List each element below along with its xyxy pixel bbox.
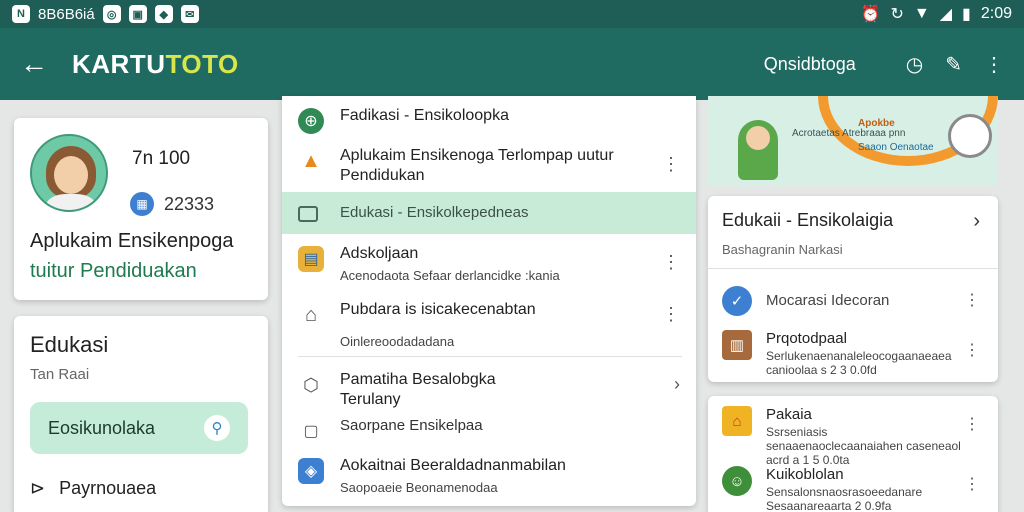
n-app-icon: N bbox=[12, 5, 30, 23]
list-item-selected[interactable]: Edukasi - Ensikolkepedneas bbox=[282, 192, 696, 234]
folder-icon bbox=[298, 206, 318, 222]
wifi-icon: ▼ bbox=[913, 5, 930, 22]
list-item[interactable]: ▤ Adskoljaan Acenodaota Sefaar derlancidk… bbox=[282, 244, 696, 294]
topic-subtext: Bashagranin Narkasi bbox=[722, 242, 843, 257]
shop-icon: ▣ bbox=[128, 5, 147, 23]
more-icon[interactable]: ⋮ bbox=[662, 304, 680, 325]
app-subtitle: Qnsidbtoga bbox=[763, 53, 856, 74]
topic-list-card: ⌂ Pakaia Ssrseniasis senaaenaoclecaanaiah… bbox=[708, 396, 998, 512]
battery-icon: ▮ bbox=[962, 6, 971, 23]
send-icon: ⊳ bbox=[30, 478, 46, 498]
list-item[interactable]: ✓ Mocarasi Idecoran bbox=[722, 286, 889, 316]
more-icon[interactable]: ⋮ bbox=[662, 154, 680, 175]
more-icon[interactable]: ⋮ bbox=[662, 252, 680, 273]
grid-icon: ▦ bbox=[130, 192, 154, 216]
mascot-icon: ☺ bbox=[722, 466, 752, 496]
banner-text: Acrotaetas Atrebraaa pnn bbox=[792, 128, 906, 139]
triangle-logo-icon: ▲ bbox=[301, 149, 321, 172]
list-item[interactable]: ⌂ Pakaia Ssrseniasis senaaenaoclecaanaiah… bbox=[722, 406, 966, 467]
pay-item[interactable]: ⊳ Payrnouaea bbox=[30, 478, 156, 499]
square-icon: ▢ bbox=[303, 423, 319, 440]
chart-house-icon: ⌂ bbox=[304, 303, 318, 326]
store-icon: ▤ bbox=[298, 246, 324, 272]
encyclopedia-button[interactable]: Eosikunolaka ⚲ bbox=[30, 402, 248, 454]
more-icon[interactable]: ⋮ bbox=[964, 414, 980, 434]
chevron-right-icon[interactable]: › bbox=[674, 374, 680, 395]
profile-card: 7n 100 ▦ 22333 Aplukaim Ensikenpoga tuit… bbox=[14, 118, 268, 300]
green-circle-icon: ⊕ bbox=[298, 108, 324, 134]
banner-tag: Apokbe bbox=[858, 118, 895, 129]
pin-icon[interactable]: ✎ bbox=[945, 52, 962, 77]
status-bar: N 8B6B6iá ◎ ▣ ◆ ✉ ⏰ ↻ ▼ ◢ ▮ 2:09 bbox=[0, 0, 1024, 28]
list-item[interactable]: ⬡ Pamatiha Besalobgka Terulany › bbox=[282, 370, 696, 414]
list-item[interactable]: ◈ Aokaitnai Beeraldadnanmabilan Saopoaeie… bbox=[282, 456, 696, 502]
list-item[interactable]: ⊕ Fadikasi - Ensikoloopka bbox=[282, 106, 696, 136]
house-icon: ⌂ bbox=[722, 406, 752, 436]
list-item[interactable]: ▲ Aplukaim Ensikenoga Terlompap uutur Pe… bbox=[282, 146, 696, 192]
more-icon[interactable]: ⋮ bbox=[964, 340, 980, 360]
app-title: KARTUTOTO bbox=[72, 48, 239, 79]
clock-time: 2:09 bbox=[980, 5, 1012, 22]
more-icon[interactable]: ⋮ bbox=[964, 474, 980, 494]
education-subtext: Tan Raai bbox=[30, 366, 90, 383]
list-item[interactable]: ▥ Prqotodpaal Serlukenaenanaleleocogaanae… bbox=[722, 330, 966, 377]
banner-text-2: Saaon Oenaotae bbox=[858, 142, 934, 153]
shield-icon: ◈ bbox=[298, 458, 324, 484]
sync-icon: ↻ bbox=[890, 6, 904, 23]
more-icon[interactable]: ⋮ bbox=[964, 290, 980, 310]
map-pin-icon: ✓ bbox=[722, 286, 752, 316]
signal-icon: ◢ bbox=[939, 6, 953, 23]
menu-list: ⊕ Fadikasi - Ensikoloopka ▲ Aplukaim Ens… bbox=[282, 96, 696, 506]
back-arrow-icon[interactable]: ← bbox=[20, 48, 48, 80]
education-heading: Edukasi bbox=[30, 332, 109, 357]
clock-illustration bbox=[948, 114, 992, 158]
profile-name: Aplukaim Ensikenpoga bbox=[30, 230, 234, 252]
overflow-menu-icon[interactable]: ⋮ bbox=[984, 52, 1004, 77]
topic-card: Edukaii - Ensikolaigia › Bashagranin Nar… bbox=[708, 196, 998, 382]
history-icon[interactable]: ◷ bbox=[906, 52, 923, 77]
list-item[interactable]: ☺ Kuikoblolan Sensalonsnaosrasoeedanare S… bbox=[722, 466, 966, 512]
app-icon: ◆ bbox=[154, 5, 173, 23]
topic-heading: Edukaii - Ensikolaigia bbox=[722, 210, 894, 230]
chevron-right-icon[interactable]: › bbox=[973, 210, 980, 233]
education-card: Edukasi Tan Raai Eosikunolaka ⚲ ⊳ Payrno… bbox=[14, 316, 268, 512]
mail-icon: ✉ bbox=[180, 5, 199, 23]
alarm-icon: ⏰ bbox=[860, 6, 881, 23]
search-icon: ⚲ bbox=[204, 415, 230, 441]
avatar bbox=[30, 134, 108, 212]
app-bar: ← KARTUTOTO Qnsidbtoga ◷ ✎ ⋮ bbox=[0, 28, 1024, 100]
list-item[interactable]: ⌂ Pubdara is isicakecenabtan Oinlereoodad… bbox=[282, 300, 696, 350]
list-item[interactable]: ▢ Saorpane Ensikelpaa bbox=[282, 416, 696, 444]
status-left-text: 8B6B6iá bbox=[38, 5, 95, 23]
gallery-icon: ◎ bbox=[102, 5, 121, 23]
divider bbox=[298, 356, 682, 357]
stat-counter: 7n 100 bbox=[132, 148, 191, 169]
badge-icon: ⬡ bbox=[303, 374, 319, 395]
stat-points: ▦ 22333 bbox=[130, 192, 214, 216]
promo-banner[interactable]: Acrotaetas Atrebraaa pnn Apokbe Saaon Oe… bbox=[708, 96, 998, 186]
profile-tagline: tuitur Pendiduakan bbox=[30, 260, 197, 282]
basket-icon: ▥ bbox=[722, 330, 752, 360]
divider bbox=[708, 268, 998, 269]
